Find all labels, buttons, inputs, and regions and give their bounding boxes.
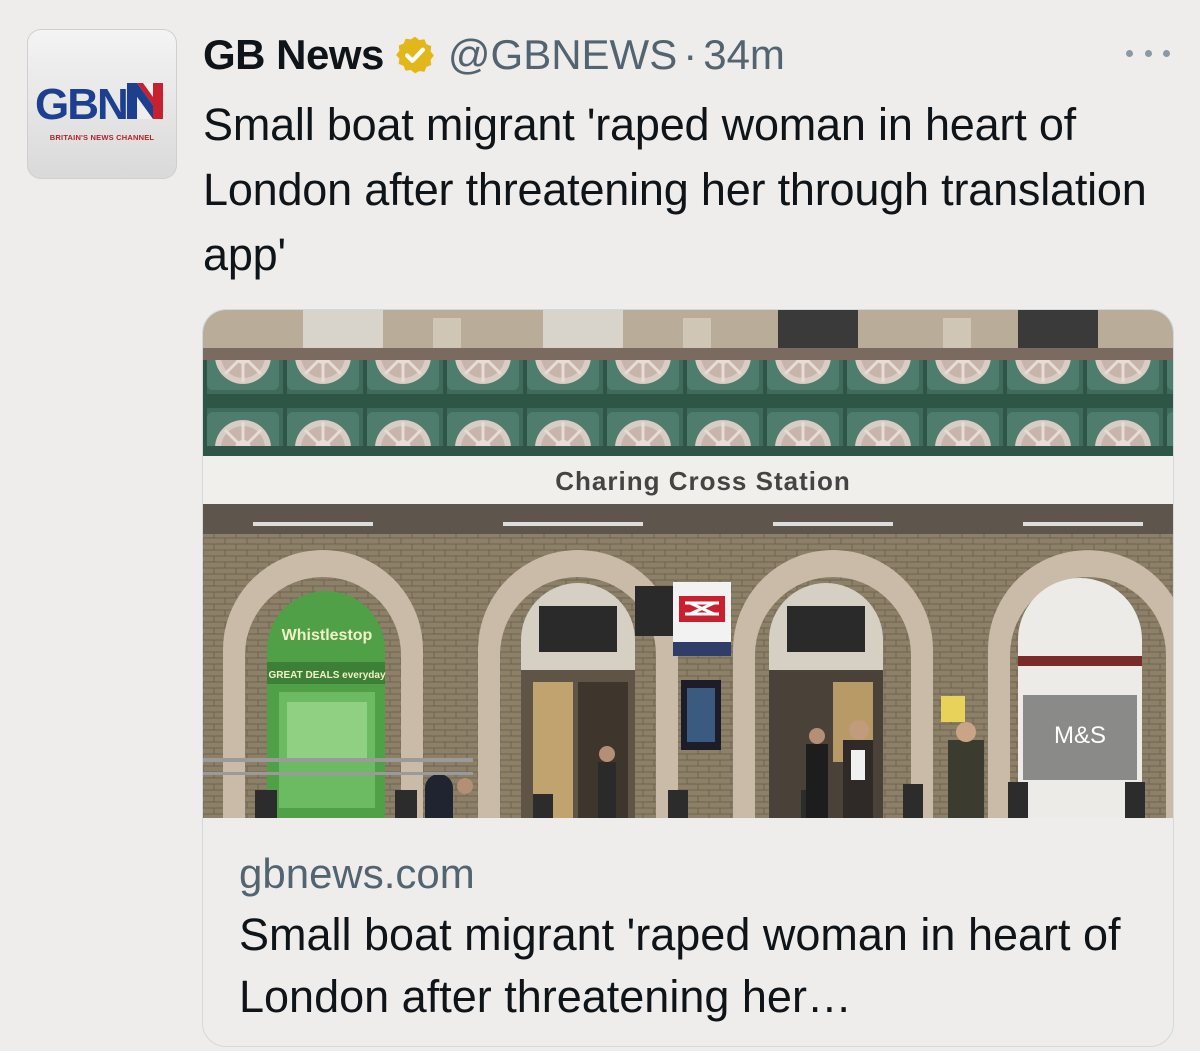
separator-dot: ·: [683, 31, 698, 78]
avatar-tagline: BRITAIN'S NEWS CHANNEL: [49, 133, 155, 142]
more-dot: [1144, 49, 1152, 57]
timestamp[interactable]: 34m: [703, 31, 785, 79]
shop-left-sign: Whistlestop: [282, 627, 373, 644]
account-name[interactable]: GB News: [203, 31, 384, 79]
more-dot: [1163, 49, 1170, 57]
card-title[interactable]: Small boat migrant 'raped woman in heart…: [239, 904, 1139, 1028]
card-image[interactable]: Charing Cross Station Whistlestop GREAT …: [203, 310, 1173, 818]
tweet-text: Small boat migrant 'raped woman in heart…: [203, 99, 1147, 280]
more-dot: [1126, 49, 1133, 57]
more-options-icon[interactable]: [1126, 40, 1170, 66]
link-card[interactable]: Charing Cross Station Whistlestop GREAT …: [202, 309, 1174, 1047]
account-handle[interactable]: @GBNEWS: [448, 31, 677, 79]
verified-badge-icon[interactable]: [394, 34, 436, 76]
avatar[interactable]: GBN BRITAIN'S NEWS CHANNEL: [27, 29, 177, 179]
card-domain[interactable]: gbnews.com: [239, 850, 475, 898]
shop-left-subsign: GREAT DEALS everyday: [268, 670, 386, 681]
tweet-header: GB News @GBNEWS · 34m: [203, 30, 785, 80]
avatar-logo-text: GBN: [35, 80, 127, 129]
gb-news-logo: GBN: [35, 80, 163, 129]
tweet[interactable]: GBN BRITAIN'S NEWS CHANNEL GB News @GBNE…: [0, 0, 1200, 1051]
station-sign: Charing Cross Station: [555, 466, 850, 496]
shop-right-sign: M&S: [1054, 722, 1106, 749]
